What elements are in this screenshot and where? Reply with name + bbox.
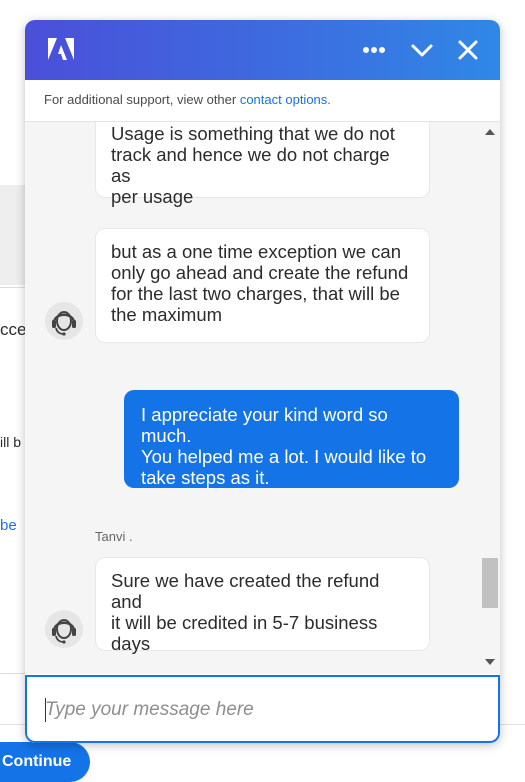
message-input[interactable] — [45, 695, 475, 725]
agent-message: Usage is something that we do not track … — [95, 122, 430, 207]
chevron-down-icon[interactable] — [409, 37, 435, 63]
more-icon[interactable] — [361, 37, 387, 63]
scrollbar-thumb[interactable] — [482, 558, 498, 608]
background-link[interactable]: be — [0, 517, 17, 534]
message-input-box[interactable] — [25, 675, 500, 743]
continue-button[interactable]: Continue — [0, 742, 90, 782]
scroll-up-arrow-icon[interactable] — [485, 129, 495, 135]
message-list: Usage is something that we do not track … — [25, 122, 500, 674]
close-icon[interactable] — [455, 37, 481, 63]
agent-name: Tanvi . — [95, 529, 133, 544]
user-message: I appreciate your kind word so much. You… — [124, 390, 459, 488]
adobe-logo — [48, 38, 74, 60]
background-text: ill b — [0, 434, 22, 450]
agent-message: but as a one time exception we can only … — [95, 228, 430, 343]
contact-options-link[interactable]: contact options. — [240, 92, 331, 107]
agent-message: Sure we have created the refund and it w… — [95, 557, 430, 654]
chat-header — [25, 20, 500, 80]
text-caret — [45, 698, 46, 722]
background-text: cce — [0, 320, 27, 339]
chat-widget: For additional support, view other conta… — [25, 20, 500, 743]
support-text: For additional support, view other — [44, 92, 240, 107]
agent-avatar-icon — [45, 302, 83, 340]
support-bar: For additional support, view other conta… — [25, 80, 500, 122]
agent-avatar-icon — [45, 610, 83, 648]
scroll-down-arrow-icon[interactable] — [485, 659, 495, 665]
